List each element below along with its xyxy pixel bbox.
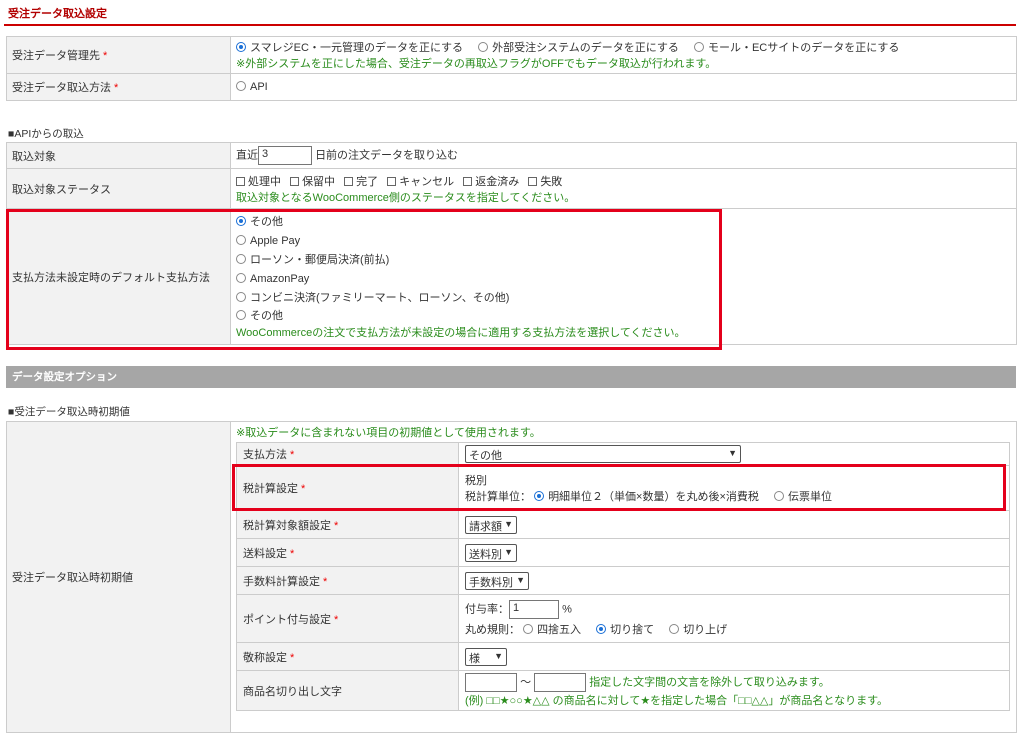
target-days-input[interactable]: 3 <box>258 146 312 165</box>
fee-select[interactable]: 手数料別 ▼ <box>465 571 529 590</box>
cut-example: (例) □□★○○★△△ の商品名に対して★を指定した場合「□□△△」が商品名と… <box>465 695 888 707</box>
taxbase-label: 税計算対象額設定 * <box>236 510 459 539</box>
status-check-completed[interactable]: 完了 <box>344 176 378 188</box>
chevron-down-icon: ▼ <box>504 546 513 557</box>
target-label: 取込対象 <box>6 142 231 169</box>
status-check-failed[interactable]: 失敗 <box>528 176 562 188</box>
cut-desc: 指定した文字間の文言を除外して取り込みます。 <box>589 676 830 689</box>
mgmt-note: ※外部システムを正にした場合、受注データの再取込フラグがOFFでもデータ取込が行… <box>236 58 717 70</box>
init-note: ※取込データに含まれない項目の初期値として使用されます。 <box>236 427 541 439</box>
section-title: 受注データ取込設定 <box>8 8 107 20</box>
round-option-down[interactable]: 切り捨て <box>596 624 654 636</box>
point-rate-input[interactable]: 1 <box>509 600 559 619</box>
cut-label: 商品名切り出し文字 <box>236 670 459 711</box>
data-option-title: データ設定オプション <box>12 371 117 383</box>
target-suffix: 日前の注文データを取り込む <box>315 149 459 162</box>
status-check-processing[interactable]: 処理中 <box>236 176 281 188</box>
mgmt-option-smaregi[interactable]: スマレジEC・一元管理のデータを正にする <box>236 42 463 54</box>
point-rate-unit: % <box>562 603 572 616</box>
fee-label: 手数料計算設定 * <box>236 566 459 595</box>
cut-end-input[interactable] <box>534 673 587 692</box>
mgmt-option-external[interactable]: 外部受注システムのデータを正にする <box>478 42 679 54</box>
status-label: 取込対象ステータス <box>6 168 231 209</box>
chevron-down-icon: ▼ <box>516 574 525 585</box>
round-label: 丸め規則： <box>465 624 520 636</box>
point-rate-label: 付与率： <box>465 603 509 616</box>
round-option-half[interactable]: 四捨五入 <box>523 624 581 636</box>
cut-tilde: ～ <box>520 676 532 689</box>
chevron-down-icon: ▼ <box>504 518 513 529</box>
highlight-tax <box>232 464 1006 511</box>
mgmt-label: 受注データ管理先 * <box>6 36 231 74</box>
status-check-refunded[interactable]: 返金済み <box>463 176 519 188</box>
target-prefix: 直近 <box>236 149 258 162</box>
api-heading: ■APIからの取込 <box>8 128 84 140</box>
status-note: 取込対象となるWooCommerce側のステータスを指定してください。 <box>236 191 576 204</box>
cut-start-input[interactable] <box>465 673 517 692</box>
section-divider <box>4 24 1016 26</box>
order-settings-table: 受注データ管理先 * スマレジEC・一元管理のデータを正にする 外部受注システムの… <box>6 36 1017 101</box>
init-label: 受注データ取込時初期値 <box>6 421 231 733</box>
status-check-cancelled[interactable]: キャンセル <box>387 176 454 188</box>
chevron-down-icon: ▼ <box>728 448 737 458</box>
status-check-onhold[interactable]: 保留中 <box>290 176 335 188</box>
method-label: 受注データ取込方法 * <box>6 73 231 101</box>
init-heading: ■受注データ取込時初期値 <box>8 406 130 418</box>
chevron-down-icon: ▼ <box>494 650 503 661</box>
ship-select[interactable]: 送料別 ▼ <box>465 543 517 562</box>
data-option-band: データ設定オプション <box>6 366 1016 388</box>
honor-label: 敬称設定 * <box>236 642 459 671</box>
pay-label: 支払方法 * <box>236 442 459 466</box>
round-option-up[interactable]: 切り上げ <box>669 624 727 636</box>
point-label: ポイント付与設定 * <box>236 594 459 643</box>
mgmt-option-mall[interactable]: モール・ECサイトのデータを正にする <box>693 42 899 54</box>
ship-label: 送料設定 * <box>236 538 459 567</box>
method-option-api[interactable]: API <box>236 81 268 93</box>
honor-select[interactable]: 様 ▼ <box>465 647 507 666</box>
pay-select[interactable]: その他 ▼ <box>465 445 741 463</box>
taxbase-select[interactable]: 請求額 ▼ <box>465 515 517 534</box>
highlight-payment <box>6 209 722 350</box>
